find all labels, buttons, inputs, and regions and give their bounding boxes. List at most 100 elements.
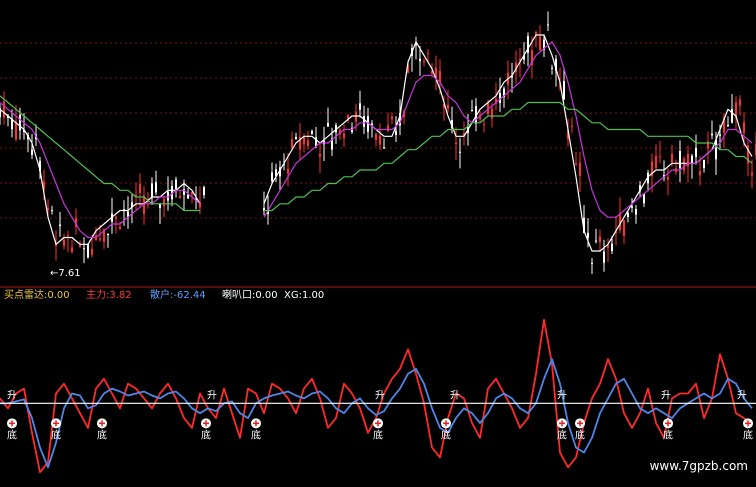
candle-body (387, 125, 389, 131)
candle-body (327, 122, 329, 127)
candle-body (699, 171, 701, 176)
legend-main-value: 3.82 (109, 290, 131, 301)
sheng-marker: 升 (450, 389, 460, 401)
candle-body (163, 198, 165, 207)
watermark: www.7gpzb.com (650, 459, 748, 473)
candle-body (311, 130, 313, 135)
svg-text:主力:3.82: 主力:3.82 (86, 288, 132, 301)
legend-buypoint-value: 0.00 (47, 290, 69, 301)
candle-body (471, 109, 473, 112)
candle-body (563, 81, 565, 100)
candle-body (455, 142, 457, 144)
candle-body (363, 116, 365, 127)
candle-body (683, 158, 685, 171)
candle-body (383, 147, 385, 149)
candle-body (719, 134, 721, 136)
di-marker: 底 (557, 428, 567, 441)
svg-text:买点雷达:0.00: 买点雷达:0.00 (4, 289, 70, 301)
candle-body (419, 58, 421, 62)
candle-body (139, 184, 141, 194)
candle-body (703, 159, 705, 169)
candle-body (695, 147, 697, 157)
sheng-marker: 升 (207, 389, 217, 401)
di-marker: 底 (743, 428, 753, 441)
di-marker: 底 (51, 428, 61, 441)
legend-xg-label: XG: (284, 290, 302, 301)
candle-body (375, 133, 377, 140)
di-marker: 底 (575, 428, 585, 441)
candle-body (579, 162, 581, 176)
candle-body (587, 232, 589, 238)
candle-body (119, 226, 121, 230)
candle-body (115, 216, 117, 219)
candle-body (711, 133, 713, 136)
sheng-marker: 升 (737, 389, 747, 401)
candle-body (3, 101, 5, 118)
legend-retail-label: 散户: (150, 288, 173, 301)
di-marker: 底 (97, 428, 107, 441)
candle-body (307, 140, 309, 146)
candle-body (203, 187, 205, 195)
candle-body (295, 136, 297, 139)
candle-body (91, 248, 93, 255)
candle-body (635, 209, 637, 215)
candle-body (423, 61, 425, 63)
candle-body (659, 156, 661, 158)
candle-body (691, 155, 693, 164)
candle-body (571, 125, 573, 127)
svg-text:XG:1.00: XG:1.00 (284, 290, 324, 301)
candle-body (447, 104, 449, 109)
candle-body (679, 150, 681, 169)
candle-body (611, 243, 613, 252)
candle-body (271, 172, 273, 182)
candle-body (343, 133, 345, 139)
candle-body (539, 36, 541, 51)
di-marker: 底 (441, 428, 451, 441)
indicator-legend: 买点雷达:0.00 主力:3.82 散户:-62.44 喇叭口:0.00 XG:… (4, 288, 324, 301)
candle-body (599, 236, 601, 243)
candle-body (643, 193, 645, 204)
candle-body (71, 247, 73, 252)
candle-body (671, 153, 673, 163)
candle-body (391, 116, 393, 120)
candle-body (319, 154, 321, 157)
candle-body (87, 243, 89, 258)
candle-body (359, 103, 361, 110)
svg-text:散户:-62.44: 散户:-62.44 (150, 288, 206, 301)
sheng-marker: 升 (7, 389, 17, 401)
candle-body (15, 121, 17, 140)
candle-body (287, 168, 289, 174)
candle-body (31, 149, 33, 156)
sheng-marker: 升 (375, 389, 385, 401)
candle-body (175, 179, 177, 190)
candle-body (575, 163, 577, 165)
candle-body (59, 224, 61, 226)
candle-body (459, 151, 461, 153)
candle-body (751, 172, 753, 176)
price-low-label: ←7.61 (50, 268, 81, 279)
candle-body (727, 125, 729, 127)
candle-body (379, 135, 381, 145)
legend-retail-value: -62.44 (173, 290, 205, 301)
candle-body (491, 108, 493, 119)
candle-body (627, 213, 629, 217)
candle-body (439, 70, 441, 83)
candle-body (99, 238, 101, 240)
sheng-marker: 升 (557, 389, 567, 401)
candle-body (51, 210, 53, 212)
candle-body (63, 239, 65, 246)
stock-chart: ←7.61 买点雷达:0.00 主力:3.82 散户:-62.44 喇叭口:0.… (0, 0, 756, 487)
candle-body (667, 176, 669, 180)
candle-body (67, 235, 69, 237)
di-marker: 底 (373, 428, 383, 441)
legend-main-label: 主力: (86, 288, 109, 301)
candle-body (731, 109, 733, 123)
legend-horn-value: 0.00 (255, 290, 277, 301)
candle-body (79, 245, 81, 248)
candle-body (395, 130, 397, 136)
candle-body (591, 262, 593, 264)
di-marker: 底 (7, 428, 17, 441)
candle-body (355, 111, 357, 122)
candle-body (83, 248, 85, 250)
candle-body (179, 195, 181, 199)
